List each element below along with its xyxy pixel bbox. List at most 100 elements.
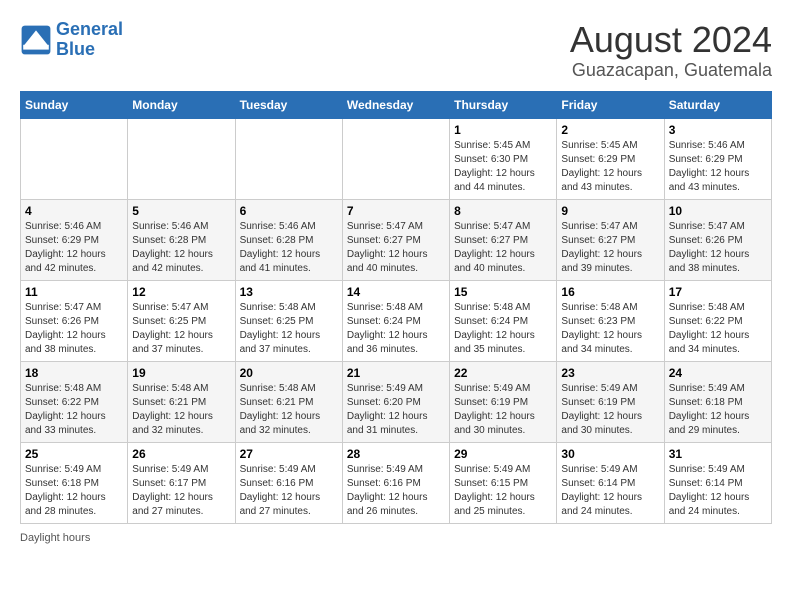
day-header-thursday: Thursday (450, 91, 557, 118)
logo: General Blue (20, 20, 123, 60)
calendar-cell (128, 118, 235, 199)
day-number: 15 (454, 285, 552, 299)
day-info: Sunrise: 5:48 AMSunset: 6:23 PMDaylight:… (561, 301, 659, 357)
logo-icon (20, 24, 52, 56)
calendar-subtitle: Guazacapan, Guatemala (570, 60, 772, 81)
day-header-monday: Monday (128, 91, 235, 118)
calendar-cell: 9Sunrise: 5:47 AMSunset: 6:27 PMDaylight… (557, 199, 664, 280)
calendar-cell: 18Sunrise: 5:48 AMSunset: 6:22 PMDayligh… (21, 361, 128, 442)
calendar-cell (21, 118, 128, 199)
day-info: Sunrise: 5:48 AMSunset: 6:24 PMDaylight:… (454, 301, 552, 357)
week-row-1: 1Sunrise: 5:45 AMSunset: 6:30 PMDaylight… (21, 118, 772, 199)
calendar-cell: 5 Sunrise: 5:46 AMSunset: 6:28 PMDaylight… (128, 199, 235, 280)
day-info: Sunrise: 5:49 AMSunset: 6:16 PMDaylight:… (347, 463, 445, 519)
day-number: 2 (561, 123, 659, 137)
calendar-cell: 22 Sunrise: 5:49 AMSunset: 6:19 PMDayligh… (450, 361, 557, 442)
day-info: Sunrise: 5:48 AMSunset: 6:21 PMDaylight:… (240, 382, 338, 438)
day-number: 3 (669, 123, 767, 137)
day-number: 7 (347, 204, 445, 218)
day-number: 19 (132, 366, 230, 380)
day-number: 8 (454, 204, 552, 218)
day-number: 5 (132, 204, 230, 218)
calendar-cell: 12Sunrise: 5:47 AMSunset: 6:25 PMDayligh… (128, 280, 235, 361)
day-info: Sunrise: 5:48 AMSunset: 6:22 PMDaylight:… (669, 301, 767, 357)
day-info: Sunrise: 5:47 AMSunset: 6:26 PMDaylight:… (669, 220, 767, 276)
day-info: Sunrise: 5:49 AMSunset: 6:15 PMDaylight:… (454, 463, 552, 519)
day-number: 17 (669, 285, 767, 299)
day-header-saturday: Saturday (664, 91, 771, 118)
day-info: Sunrise: 5:47 AMSunset: 6:27 PMDaylight:… (454, 220, 552, 276)
day-info: Sunrise: 5:48 AMSunset: 6:25 PMDaylight:… (240, 301, 338, 357)
day-number: 22 (454, 366, 552, 380)
calendar-title: August 2024 (570, 20, 772, 60)
logo-line1: General (56, 19, 123, 39)
day-info: Sunrise: 5:48 AMSunset: 6:24 PMDaylight:… (347, 301, 445, 357)
day-number: 24 (669, 366, 767, 380)
daylight-label: Daylight hours (20, 532, 90, 544)
day-info: Sunrise: 5:49 AMSunset: 6:19 PMDaylight:… (454, 382, 552, 438)
calendar-cell: 7 Sunrise: 5:47 AMSunset: 6:27 PMDaylight… (342, 199, 449, 280)
calendar-cell: 4 Sunrise: 5:46 AMSunset: 6:29 PMDaylight… (21, 199, 128, 280)
day-number: 16 (561, 285, 659, 299)
day-info: Sunrise: 5:45 AMSunset: 6:30 PMDaylight:… (454, 139, 552, 195)
day-info: Sunrise: 5:46 AMSunset: 6:28 PMDaylight:… (240, 220, 338, 276)
calendar-cell: 29Sunrise: 5:49 AMSunset: 6:15 PMDayligh… (450, 442, 557, 523)
day-number: 9 (561, 204, 659, 218)
calendar-cell: 11 Sunrise: 5:47 AMSunset: 6:26 PMDayligh… (21, 280, 128, 361)
week-row-2: 4 Sunrise: 5:46 AMSunset: 6:29 PMDaylight… (21, 199, 772, 280)
day-header-wednesday: Wednesday (342, 91, 449, 118)
day-number: 21 (347, 366, 445, 380)
day-info: Sunrise: 5:46 AMSunset: 6:29 PMDaylight:… (669, 139, 767, 195)
calendar-cell: 1Sunrise: 5:45 AMSunset: 6:30 PMDaylight… (450, 118, 557, 199)
day-number: 25 (25, 447, 123, 461)
day-info: Sunrise: 5:49 AMSunset: 6:14 PMDaylight:… (669, 463, 767, 519)
day-info: Sunrise: 5:47 AMSunset: 6:25 PMDaylight:… (132, 301, 230, 357)
calendar-cell: 17 Sunrise: 5:48 AMSunset: 6:22 PMDayligh… (664, 280, 771, 361)
week-row-4: 18Sunrise: 5:48 AMSunset: 6:22 PMDayligh… (21, 361, 772, 442)
day-number: 14 (347, 285, 445, 299)
day-info: Sunrise: 5:45 AMSunset: 6:29 PMDaylight:… (561, 139, 659, 195)
calendar-cell: 3 Sunrise: 5:46 AMSunset: 6:29 PMDaylight… (664, 118, 771, 199)
day-number: 20 (240, 366, 338, 380)
day-number: 26 (132, 447, 230, 461)
day-info: Sunrise: 5:48 AMSunset: 6:22 PMDaylight:… (25, 382, 123, 438)
day-info: Sunrise: 5:46 AMSunset: 6:29 PMDaylight:… (25, 220, 123, 276)
calendar-cell: 19 Sunrise: 5:48 AMSunset: 6:21 PMDayligh… (128, 361, 235, 442)
calendar-cell: 21 Sunrise: 5:49 AMSunset: 6:20 PMDayligh… (342, 361, 449, 442)
day-number: 13 (240, 285, 338, 299)
calendar-cell (342, 118, 449, 199)
day-number: 28 (347, 447, 445, 461)
day-info: Sunrise: 5:49 AMSunset: 6:19 PMDaylight:… (561, 382, 659, 438)
day-number: 4 (25, 204, 123, 218)
day-header-friday: Friday (557, 91, 664, 118)
day-number: 6 (240, 204, 338, 218)
day-number: 11 (25, 285, 123, 299)
day-header-tuesday: Tuesday (235, 91, 342, 118)
calendar-cell: 16 Sunrise: 5:48 AMSunset: 6:23 PMDayligh… (557, 280, 664, 361)
day-number: 23 (561, 366, 659, 380)
day-info: Sunrise: 5:49 AMSunset: 6:20 PMDaylight:… (347, 382, 445, 438)
calendar-cell (235, 118, 342, 199)
calendar-cell: 20 Sunrise: 5:48 AMSunset: 6:21 PMDayligh… (235, 361, 342, 442)
day-header-sunday: Sunday (21, 91, 128, 118)
calendar-cell: 25Sunrise: 5:49 AMSunset: 6:18 PMDayligh… (21, 442, 128, 523)
page-header: General Blue August 2024 Guazacapan, Gua… (20, 20, 772, 81)
day-info: Sunrise: 5:49 AMSunset: 6:17 PMDaylight:… (132, 463, 230, 519)
calendar-cell: 13 Sunrise: 5:48 AMSunset: 6:25 PMDayligh… (235, 280, 342, 361)
calendar-cell: 24Sunrise: 5:49 AMSunset: 6:18 PMDayligh… (664, 361, 771, 442)
calendar-cell: 15 Sunrise: 5:48 AMSunset: 6:24 PMDayligh… (450, 280, 557, 361)
day-info: Sunrise: 5:49 AMSunset: 6:14 PMDaylight:… (561, 463, 659, 519)
day-info: Sunrise: 5:46 AMSunset: 6:28 PMDaylight:… (132, 220, 230, 276)
logo-line2: Blue (56, 39, 95, 59)
calendar-cell: 10 Sunrise: 5:47 AMSunset: 6:26 PMDayligh… (664, 199, 771, 280)
day-info: Sunrise: 5:47 AMSunset: 6:26 PMDaylight:… (25, 301, 123, 357)
week-row-3: 11 Sunrise: 5:47 AMSunset: 6:26 PMDayligh… (21, 280, 772, 361)
calendar-cell: 2 Sunrise: 5:45 AMSunset: 6:29 PMDaylight… (557, 118, 664, 199)
day-number: 10 (669, 204, 767, 218)
day-info: Sunrise: 5:48 AMSunset: 6:21 PMDaylight:… (132, 382, 230, 438)
day-info: Sunrise: 5:47 AMSunset: 6:27 PMDaylight:… (347, 220, 445, 276)
day-info: Sunrise: 5:49 AMSunset: 6:16 PMDaylight:… (240, 463, 338, 519)
day-number: 30 (561, 447, 659, 461)
week-row-5: 25Sunrise: 5:49 AMSunset: 6:18 PMDayligh… (21, 442, 772, 523)
calendar-cell: 14 Sunrise: 5:48 AMSunset: 6:24 PMDayligh… (342, 280, 449, 361)
